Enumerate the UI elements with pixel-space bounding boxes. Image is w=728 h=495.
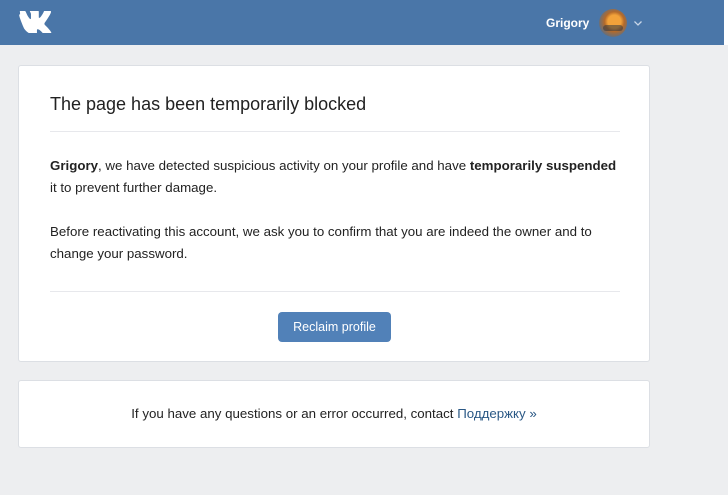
chevron-down-icon[interactable] <box>633 18 643 28</box>
suspension-message: Grigory, we have detected suspicious act… <box>50 155 625 199</box>
user-name: Grigory <box>546 16 590 30</box>
reclaim-profile-button[interactable]: Reclaim profile <box>278 312 391 342</box>
top-navigation-bar: Grigory <box>0 0 728 45</box>
window-edge <box>724 0 728 45</box>
support-message: If you have any questions or an error oc… <box>19 406 649 421</box>
user-name-bold: Grigory <box>50 158 99 173</box>
divider <box>50 291 620 292</box>
divider <box>50 131 620 132</box>
support-card: If you have any questions or an error oc… <box>18 380 650 448</box>
message-text-a: , we have detected suspicious activity o… <box>98 158 470 173</box>
user-avatar[interactable] <box>599 9 628 37</box>
reactivation-message: Before reactivating this account, we ask… <box>50 224 592 261</box>
page-title: The page has been temporarily blocked <box>50 94 367 114</box>
user-menu[interactable]: Grigory <box>546 8 643 38</box>
vk-logo-icon[interactable] <box>18 11 54 33</box>
message-text-b: it to prevent further damage. <box>50 180 218 195</box>
blocked-notice-card: The page has been temporarily blocked Gr… <box>18 65 650 362</box>
support-text: If you have any questions or an error oc… <box>131 406 458 421</box>
support-link[interactable]: Поддержку » <box>457 406 537 421</box>
message-emphasis: temporarily suspended <box>469 158 617 173</box>
